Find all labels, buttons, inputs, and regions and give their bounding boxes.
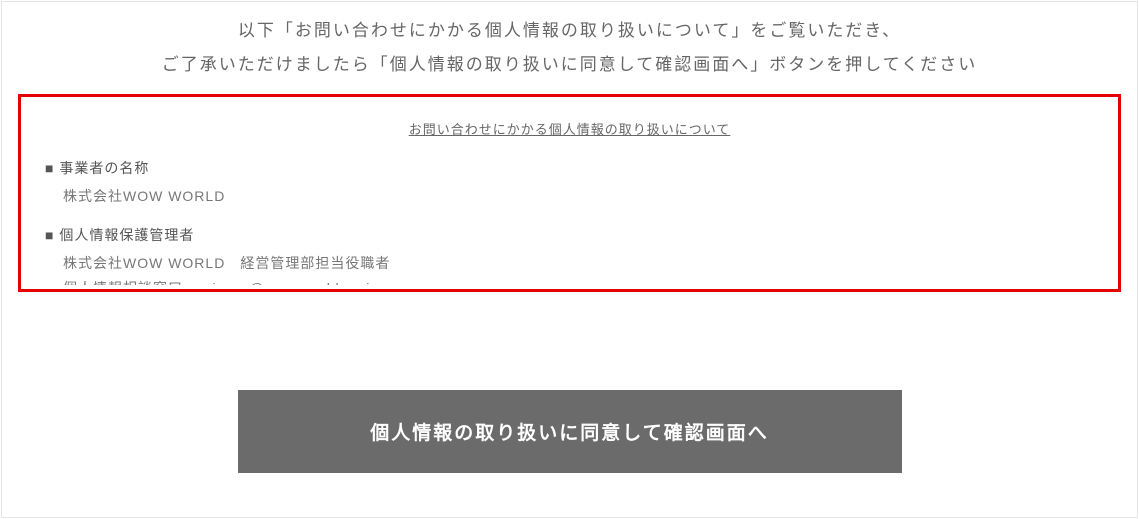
- privacy-section: ■ 事業者の名称 株式会社WOW WORLD: [45, 158, 1094, 209]
- privacy-heading: ■ 事業者の名称: [45, 158, 1094, 178]
- privacy-policy-scroll[interactable]: お問い合わせにかかる個人情報の取り扱いについて ■ 事業者の名称 株式会社WOW…: [25, 101, 1114, 285]
- privacy-heading: ■ 個人情報保護管理者: [45, 225, 1094, 245]
- privacy-body: 株式会社WOW WORLD 経営管理部担当役職者個人情報相談窓口 privacy…: [45, 251, 1094, 285]
- privacy-section: ■ 個人情報保護管理者 株式会社WOW WORLD 経営管理部担当役職者個人情報…: [45, 225, 1094, 285]
- privacy-body: 株式会社WOW WORLD: [45, 184, 1094, 209]
- privacy-policy-frame: お問い合わせにかかる個人情報の取り扱いについて ■ 事業者の名称 株式会社WOW…: [18, 94, 1121, 292]
- privacy-policy-title: お問い合わせにかかる個人情報の取り扱いについて: [45, 119, 1094, 138]
